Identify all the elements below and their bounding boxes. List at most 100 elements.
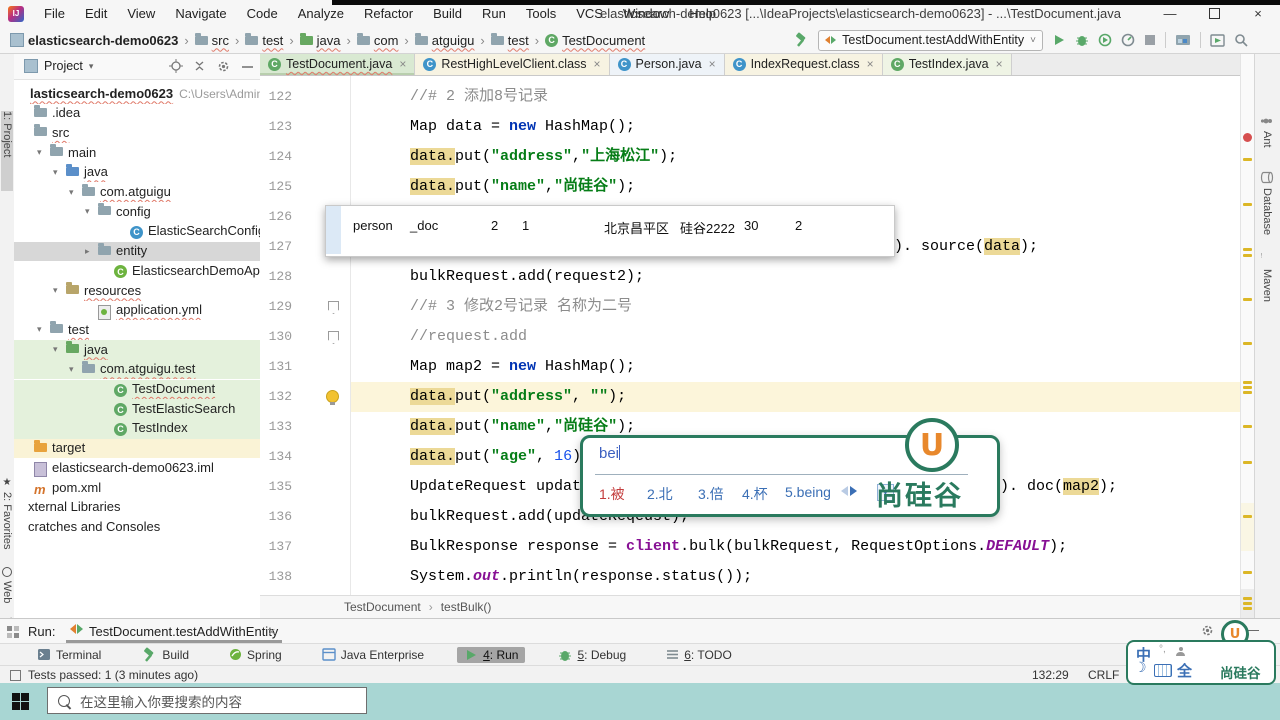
toolwindow-terminal[interactable]: Terminal xyxy=(30,647,108,663)
menu-code[interactable]: Code xyxy=(237,0,288,27)
page-next-icon[interactable] xyxy=(850,486,857,496)
tree-row-pom-xml[interactable]: m pom.xml xyxy=(14,478,260,498)
locate-file-icon[interactable] xyxy=(169,59,183,73)
tree-row-resources[interactable]: ▾ resources xyxy=(14,281,260,301)
code-line-129[interactable]: //# 3 修改2号记录 名称为二号 xyxy=(410,292,632,322)
ime-candidate-1[interactable]: 1.被 xyxy=(599,484,625,504)
toolwindow-spring[interactable]: Spring xyxy=(222,647,289,663)
hide-panel-icon[interactable] xyxy=(241,60,254,73)
line-number[interactable]: 131 xyxy=(260,352,292,382)
tree-row-ElasticsearchDemoApplicatio[interactable]: C ElasticsearchDemoApplicatio xyxy=(14,261,260,281)
run-configuration-select[interactable]: TestDocument.testAddWithEntity ˅ xyxy=(818,29,1043,51)
breadcrumb-item-test[interactable]: test xyxy=(489,32,531,48)
line-number[interactable]: 129 xyxy=(260,292,292,322)
line-number[interactable]: 135 xyxy=(260,472,292,502)
tab-RestHighLevelClient-class[interactable]: C RestHighLevelClient.class × xyxy=(415,53,610,75)
ime-candidate-5[interactable]: 5.being xyxy=(785,484,831,500)
tree-row-lasticsearch-demo0623[interactable]: lasticsearch-demo0623 C:\Users\Administr xyxy=(14,84,260,104)
code-line-134[interactable]: data.put("age", 16); xyxy=(410,442,590,472)
tree-row-test[interactable]: ▾ test xyxy=(14,320,260,340)
breadcrumb-item-TestDocument[interactable]: C TestDocument xyxy=(543,33,647,48)
ime-candidate-4[interactable]: 4.杯 xyxy=(742,484,768,504)
tree-row-main[interactable]: ▾ main xyxy=(14,143,260,163)
toolwindow-button-maven[interactable]: M Maven xyxy=(1261,253,1273,309)
gear-icon[interactable] xyxy=(1200,623,1215,638)
project-structure-icon[interactable] xyxy=(1175,33,1191,47)
tree-row-target[interactable]: target xyxy=(14,438,260,459)
close-button[interactable]: × xyxy=(1236,0,1280,27)
tree-row-java[interactable]: ▾ java xyxy=(14,340,260,360)
tree-row-elasticsearch-demo0623-iml[interactable]: elasticsearch-demo0623.iml xyxy=(14,458,260,478)
tab-close-icon[interactable]: × xyxy=(996,57,1003,71)
line-number[interactable]: 130 xyxy=(260,322,292,352)
breadcrumb-item-src[interactable]: src xyxy=(193,32,231,48)
profiler-button[interactable] xyxy=(1121,33,1135,47)
expand-open-icon[interactable]: ▾ xyxy=(37,324,42,335)
tree-row-cratches-and-Consoles[interactable]: cratches and Consoles xyxy=(14,517,260,537)
expand-open-icon[interactable]: ▾ xyxy=(69,187,74,198)
expand-open-icon[interactable]: ▾ xyxy=(37,147,42,158)
toolwindow-5-debug[interactable]: 5: Debug xyxy=(551,647,633,663)
breadcrumb-item-elasticsearch-demo0623[interactable]: elasticsearch-demo0623 xyxy=(8,33,180,48)
code-line-137[interactable]: BulkResponse response = client.bulk(bulk… xyxy=(410,532,1067,562)
toolwindow-button-web[interactable]: Web xyxy=(1,567,13,613)
idea-app-icon[interactable]: IJ xyxy=(8,5,24,22)
toolwindow-build[interactable]: Build xyxy=(134,646,196,664)
ime-candidate-3[interactable]: 3.倍 xyxy=(698,484,724,504)
code-line-125[interactable]: data.put("name","尚硅谷"); xyxy=(410,172,635,202)
run-anything-icon[interactable] xyxy=(1210,33,1225,47)
tab-IndexRequest-class[interactable]: C IndexRequest.class × xyxy=(724,53,883,75)
debug-button[interactable] xyxy=(1075,33,1089,47)
breadcrumb-item-com[interactable]: com xyxy=(355,32,401,48)
toolwindow-6-todo[interactable]: 6: TODO xyxy=(659,647,739,663)
line-number[interactable]: 136 xyxy=(260,502,292,532)
taskbar-search[interactable]: 在这里输入你要搜索的内容 xyxy=(47,687,367,714)
line-number[interactable]: 137 xyxy=(260,532,292,562)
code-line-132[interactable]: data.put("address", ""); xyxy=(410,382,626,412)
line-number[interactable]: 134 xyxy=(260,442,292,472)
code-line-138[interactable]: System.out.println(response.status()); xyxy=(410,562,752,592)
tab-close-icon[interactable]: × xyxy=(709,57,716,71)
settings-gear-icon[interactable] xyxy=(216,59,231,74)
code-line-131[interactable]: Map map2 = new HashMap(); xyxy=(410,352,635,382)
menu-view[interactable]: View xyxy=(117,0,165,27)
project-view-selector[interactable]: Project ▾ xyxy=(24,59,93,73)
maximize-button[interactable] xyxy=(1192,0,1236,27)
code-line-127[interactable]: ). source(data); xyxy=(894,232,1038,262)
breadcrumb-method[interactable]: testBulk() xyxy=(441,600,492,614)
tree-row-application-yml[interactable]: application.yml xyxy=(14,301,260,321)
tree-row--idea[interactable]: .idea xyxy=(14,104,260,124)
ime-composition-text[interactable]: bei xyxy=(599,445,621,462)
tree-row-TestIndex[interactable]: C TestIndex xyxy=(14,418,260,439)
minimize-button[interactable]: — xyxy=(1148,0,1192,27)
expand-open-icon[interactable]: ▾ xyxy=(53,285,58,296)
toolwindow-java-enterprise[interactable]: Java Enterprise xyxy=(315,647,431,663)
line-ending-indicator[interactable]: CRLF xyxy=(1088,668,1119,682)
tree-row-config[interactable]: ▾ config xyxy=(14,202,260,222)
code-line-135[interactable]: UpdateRequest update xyxy=(410,472,590,502)
code-editor[interactable]: 122//# 2 添加8号记录 123 Map data = new HashMap… xyxy=(260,76,1240,595)
collapse-all-icon[interactable] xyxy=(193,59,206,73)
toolwindow-button-1-project[interactable]: 1: Project xyxy=(1,111,13,191)
line-number[interactable]: 125 xyxy=(260,172,292,202)
line-number[interactable]: 122 xyxy=(260,82,292,112)
code-line-124[interactable]: data.put("address","上海松江"); xyxy=(410,142,677,172)
line-number[interactable]: 133 xyxy=(260,412,292,442)
tab-Person-java[interactable]: C Person.java × xyxy=(609,53,725,75)
expand-closed-icon[interactable]: ▸ xyxy=(85,246,90,257)
tree-row-xternal-Libraries[interactable]: xternal Libraries xyxy=(14,498,260,518)
line-number[interactable]: 128 xyxy=(260,262,292,292)
moon-icon[interactable]: ☽ xyxy=(1134,659,1147,676)
toolwindow-button-ant[interactable]: Ant xyxy=(1261,115,1273,165)
intention-bulb-icon[interactable] xyxy=(326,390,339,405)
tab-close-icon[interactable]: × xyxy=(867,57,874,71)
fold-marker-icon[interactable] xyxy=(328,301,339,314)
menu-edit[interactable]: Edit xyxy=(75,0,117,27)
page-prev-icon[interactable] xyxy=(841,486,848,496)
toolwindow-button-2-favorites[interactable]: ★ 2: Favorites xyxy=(1,477,13,563)
line-number[interactable]: 127 xyxy=(260,232,292,262)
search-everywhere-icon[interactable] xyxy=(1234,33,1248,47)
tab-close-icon[interactable]: × xyxy=(594,57,601,71)
menu-file[interactable]: File xyxy=(34,0,75,27)
tree-row-TestDocument[interactable]: C TestDocument xyxy=(14,379,260,400)
